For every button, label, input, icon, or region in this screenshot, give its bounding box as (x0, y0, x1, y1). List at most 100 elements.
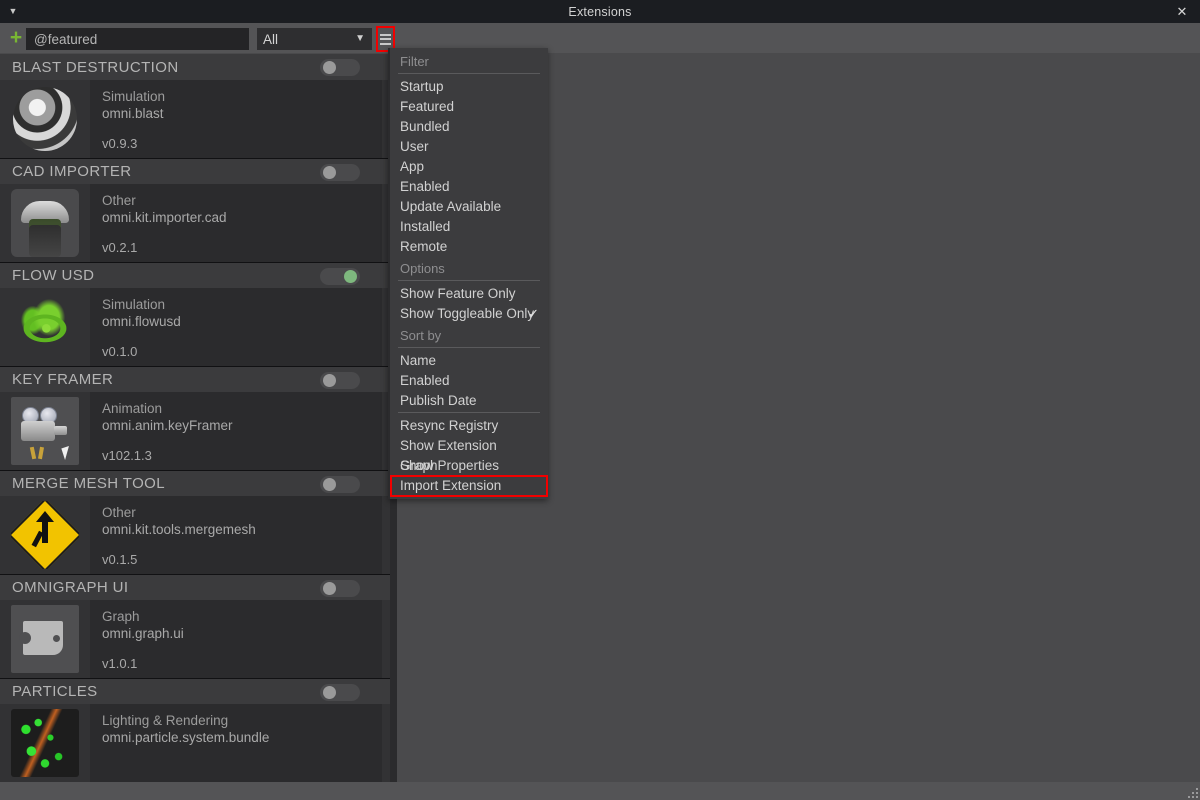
extension-meta: Simulation omni.blast v0.9.3 (90, 80, 382, 158)
menu-group-label: Sort by (400, 328, 442, 343)
extension-header[interactable]: FLOW USD (0, 262, 390, 288)
extension-version: v0.9.3 (102, 136, 138, 151)
extension-enable-toggle[interactable] (320, 684, 360, 701)
extension-version: v1.0.1 (102, 656, 138, 671)
extension-id: omni.kit.importer.cad (102, 210, 227, 225)
extension-version: v0.2.1 (102, 240, 138, 255)
search-input[interactable] (26, 28, 249, 50)
extension-header[interactable]: BLAST DESTRUCTION (0, 54, 390, 80)
menu-item-show-properties[interactable]: Show Properties (390, 456, 548, 476)
menu-item-label: Show Feature Only (400, 286, 516, 301)
extension-list-item[interactable]: KEY FRAMER Animation omni.anim.keyFramer v1… (0, 366, 390, 470)
add-extension-icon[interactable]: + (6, 27, 26, 48)
extension-enable-toggle[interactable] (320, 164, 360, 181)
menu-item-app[interactable]: App (390, 157, 548, 177)
menu-item-user[interactable]: User (390, 137, 548, 157)
menu-item-show-extension-graph[interactable]: Show Extension Graph (390, 436, 548, 473)
menu-item-label: Featured (400, 99, 455, 114)
th-part-image (11, 709, 79, 777)
chevron-down-icon: ▼ (355, 33, 365, 44)
extension-list[interactable]: BLAST DESTRUCTION Simulation omni.blast v0.… (0, 54, 390, 782)
toggle-knob (323, 478, 336, 491)
extension-list-item[interactable]: FLOW USD Simulation omni.flowusd v0.1.0 (0, 262, 390, 366)
extension-category: Other (102, 505, 136, 520)
extension-body: Graph omni.graph.ui v1.0.1 (0, 600, 390, 678)
extension-title: OMNIGRAPH UI (12, 579, 129, 596)
extension-list-item[interactable]: CAD IMPORTER Other omni.kit.importer.cad v0… (0, 158, 390, 262)
extension-version: v102.1.3 (102, 448, 152, 463)
menu-item-resync-registry[interactable]: Resync Registry (390, 416, 548, 436)
options-dropdown-menu[interactable]: Filter Startup Featured Bundled User App Enabl… (388, 48, 548, 499)
extension-header[interactable]: CAD IMPORTER (0, 158, 390, 184)
extension-enable-toggle[interactable] (320, 580, 360, 597)
extension-thumbnail (0, 392, 90, 470)
resize-grip-icon[interactable] (1186, 786, 1198, 798)
extension-enable-toggle[interactable] (320, 268, 360, 285)
extension-thumbnail (0, 80, 90, 158)
menu-item-installed[interactable]: Installed (390, 217, 548, 237)
menu-item-enabled[interactable]: Enabled (390, 371, 548, 391)
menu-item-import-extension[interactable]: Import Extension (390, 475, 548, 497)
extension-enable-toggle[interactable] (320, 476, 360, 493)
extension-meta: Lighting & Rendering omni.particle.system… (90, 704, 382, 782)
check-icon: ✓ (528, 306, 539, 321)
menu-item-name[interactable]: Name (390, 351, 548, 371)
extension-header[interactable]: KEY FRAMER (0, 366, 390, 392)
menu-item-label: Publish Date (400, 393, 477, 408)
filter-dropdown-value: All (263, 31, 279, 47)
title-bar: ▼ Extensions ✕ (0, 0, 1200, 23)
menu-item-label: Show Toggleable Only (400, 306, 535, 321)
extension-body: Other omni.kit.importer.cad v0.2.1 (0, 184, 390, 262)
extension-list-item[interactable]: MERGE MESH TOOL Other omni.kit.tools.merge… (0, 470, 390, 574)
extension-title: MERGE MESH TOOL (12, 475, 165, 492)
extension-meta: Animation omni.anim.keyFramer v102.1.3 (90, 392, 382, 470)
extension-id: omni.flowusd (102, 314, 181, 329)
extension-category: Other (102, 193, 136, 208)
hamburger-icon-line (380, 33, 391, 36)
th-flow-image (11, 293, 79, 361)
extension-list-item[interactable]: BLAST DESTRUCTION Simulation omni.blast v0.… (0, 54, 390, 158)
menu-item-featured[interactable]: Featured (390, 97, 548, 117)
toggle-knob (323, 582, 336, 595)
extension-category: Simulation (102, 297, 166, 312)
extension-category: Lighting & Rendering (102, 713, 229, 728)
extension-list-item[interactable]: PARTICLES Lighting & Rendering omni.partic… (0, 678, 390, 782)
extension-thumbnail (0, 496, 90, 574)
filter-dropdown[interactable]: All ▼ (257, 28, 372, 50)
extension-enable-toggle[interactable] (320, 372, 360, 389)
menu-item-bundled[interactable]: Bundled (390, 117, 548, 137)
extension-title: KEY FRAMER (12, 371, 114, 388)
extension-enable-toggle[interactable] (320, 59, 360, 76)
menu-item-show-toggleable-only[interactable]: Show Toggleable Only ✓ (390, 304, 548, 324)
extension-thumbnail (0, 288, 90, 366)
th-cad-image (11, 189, 79, 257)
menu-item-label: Show Properties (400, 458, 500, 473)
extension-meta: Other omni.kit.tools.mergemesh v0.1.5 (90, 496, 382, 574)
menu-item-enabled[interactable]: Enabled (390, 177, 548, 197)
menu-item-update-available[interactable]: Update Available (390, 197, 548, 217)
extension-body: Lighting & Rendering omni.particle.system… (0, 704, 390, 782)
extension-body: Simulation omni.blast v0.9.3 (0, 80, 390, 158)
extension-header[interactable]: PARTICLES (0, 678, 390, 704)
menu-item-label: Remote (400, 239, 448, 254)
extensions-window: ▼ Extensions ✕ + All ▼ BLAST DESTRUCTION… (0, 0, 1200, 800)
extension-header[interactable]: OMNIGRAPH UI (0, 574, 390, 600)
menu-item-publish-date[interactable]: Publish Date (390, 391, 548, 411)
extension-title: BLAST DESTRUCTION (12, 58, 179, 76)
extension-header[interactable]: MERGE MESH TOOL (0, 470, 390, 496)
menu-item-show-feature-only[interactable]: Show Feature Only (390, 284, 548, 304)
menu-item-label: Import Extension (400, 478, 502, 493)
menu-item-startup[interactable]: Startup (390, 77, 548, 97)
menu-separator (398, 280, 540, 281)
extension-thumbnail (0, 184, 90, 262)
menu-separator (398, 347, 540, 348)
extension-version: v0.1.5 (102, 552, 138, 567)
menu-separator (398, 73, 540, 74)
menu-item-remote[interactable]: Remote (390, 237, 548, 257)
menu-item-label: App (400, 159, 425, 174)
extension-thumbnail (0, 600, 90, 678)
toggle-knob (323, 374, 336, 387)
extension-list-item[interactable]: OMNIGRAPH UI Graph omni.graph.ui v1.0.1 (0, 574, 390, 678)
toggle-knob (323, 61, 336, 74)
close-icon[interactable]: ✕ (1174, 0, 1190, 23)
